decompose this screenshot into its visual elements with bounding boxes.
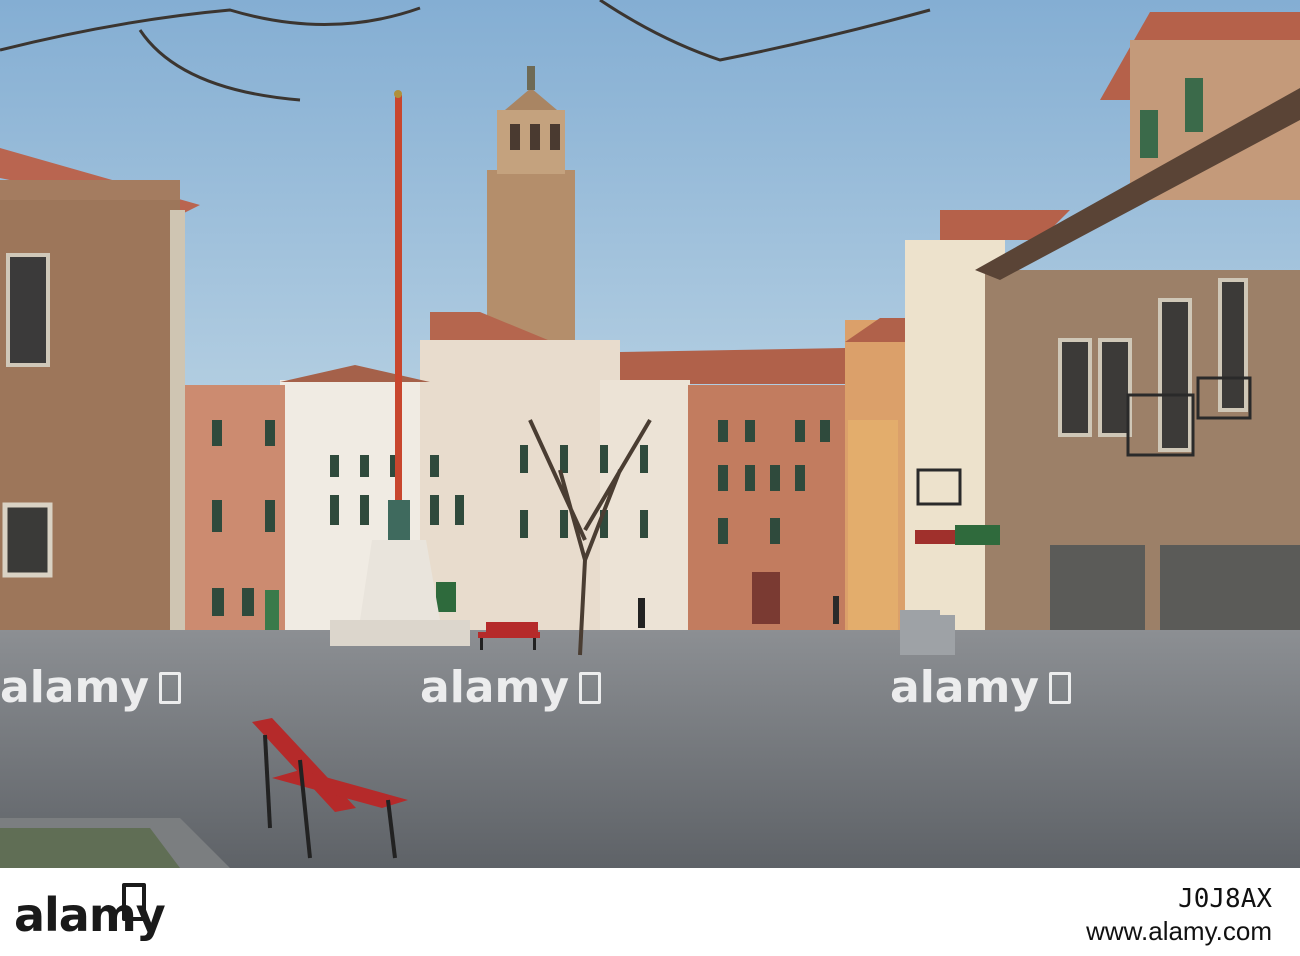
watermark-text: alamy xyxy=(420,662,569,713)
cafe-chairs xyxy=(900,610,955,655)
photo-scene: alamy alamy alamy xyxy=(0,0,1300,868)
watermark-box-icon xyxy=(1049,672,1071,704)
image-id: J0J8AX xyxy=(1178,884,1272,914)
footer-bar: alamy J0J8AX www.alamy.com xyxy=(0,868,1300,956)
watermark-text: alamy xyxy=(890,662,1039,713)
watermark-box-icon xyxy=(159,672,181,704)
pavement xyxy=(0,630,1300,868)
watermark-text: alamy xyxy=(0,662,149,713)
brand-logo-icon xyxy=(122,883,146,921)
left-building xyxy=(0,148,200,658)
watermark-left: alamy xyxy=(0,664,181,712)
site-url[interactable]: www.alamy.com xyxy=(1086,918,1272,944)
watermark-center: alamy xyxy=(420,664,601,712)
watermark-right: alamy xyxy=(890,664,1071,712)
watermark-box-icon xyxy=(579,672,601,704)
image-info: J0J8AX www.alamy.com xyxy=(1086,886,1272,944)
